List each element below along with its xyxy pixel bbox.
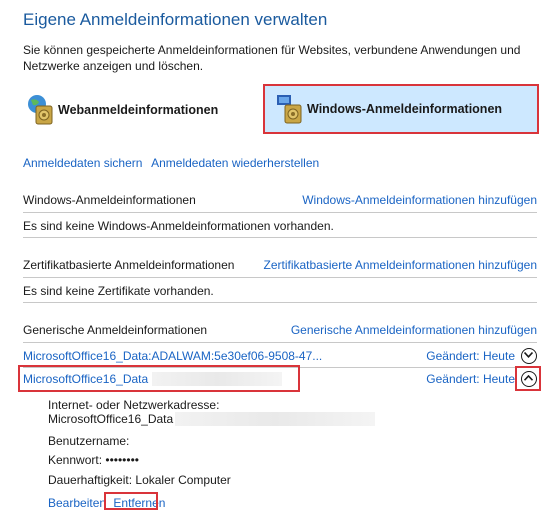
backup-restore-links: Anmeldedaten sichern Anmeldedaten wieder… [23, 156, 325, 170]
web-credentials-button[interactable]: Webanmeldeinformationen [26, 88, 246, 132]
page-description: Sie können gespeicherte Anmeldeinformati… [23, 43, 521, 73]
divider [23, 237, 537, 238]
windows-section-title: Windows-Anmeldeinformationen [23, 193, 196, 207]
address-value: MicrosoftOffice16_Data [48, 412, 174, 426]
edit-credential-link[interactable]: Bearbeiten [48, 496, 106, 510]
windows-credentials-button[interactable]: Windows-Anmeldeinformationen [263, 84, 539, 134]
password-row: Kennwort: •••••••• [48, 453, 139, 467]
cert-section-header: Zertifikatbasierte Anmeldeinformationen … [23, 258, 537, 272]
add-windows-credential-link[interactable]: Windows-Anmeldeinformationen hinzufügen [302, 193, 537, 207]
persistence-label: Dauerhaftigkeit: [48, 473, 133, 487]
chevron-down-icon[interactable] [521, 348, 537, 364]
credential-row[interactable]: MicrosoftOffice16_Data:ADALWAM:5e30ef06-… [23, 347, 537, 365]
credential-modified: Geändert: Heute [426, 349, 515, 363]
divider [23, 342, 537, 343]
annotation-highlight-box [18, 365, 300, 392]
persistence-value: Lokaler Computer [135, 473, 231, 487]
annotation-highlight-box [515, 366, 541, 391]
password-value: •••••••• [105, 453, 139, 467]
add-generic-credential-link[interactable]: Generische Anmeldeinformationen hinzufüg… [291, 323, 537, 337]
divider [23, 212, 537, 213]
annotation-highlight-box [104, 492, 158, 510]
backup-credentials-link[interactable]: Anmeldedaten sichern [23, 156, 142, 170]
cert-section-title: Zertifikatbasierte Anmeldeinformationen [23, 258, 235, 272]
username-label: Benutzername: [48, 434, 130, 448]
windows-credentials-label: Windows-Anmeldeinformationen [307, 102, 503, 116]
divider [23, 277, 537, 278]
web-credential-vault-icon [26, 94, 56, 126]
password-label: Kennwort: [48, 453, 103, 467]
add-cert-credential-link[interactable]: Zertifikatbasierte Anmeldeinformationen … [264, 258, 538, 272]
cert-empty-message: Es sind keine Zertifikate vorhanden. [23, 284, 214, 298]
divider [23, 302, 537, 303]
web-credentials-label: Webanmeldeinformationen [58, 103, 219, 117]
page-title: Eigene Anmeldeinformationen verwalten [23, 10, 328, 29]
generic-section-title: Generische Anmeldeinformationen [23, 323, 208, 337]
generic-section-header: Generische Anmeldeinformationen Generisc… [23, 323, 537, 337]
windows-section-header: Windows-Anmeldeinformationen Windows-Anm… [23, 193, 537, 207]
windows-credential-vault-icon [275, 93, 305, 125]
persistence-row: Dauerhaftigkeit: Lokaler Computer [48, 473, 231, 487]
address-value-row: MicrosoftOffice16_Data [48, 412, 376, 426]
redacted-text [175, 412, 376, 426]
address-label: Internet- oder Netzwerkadresse: [48, 398, 220, 412]
credential-name[interactable]: MicrosoftOffice16_Data:ADALWAM:5e30ef06-… [23, 349, 322, 363]
credential-modified: Geändert: Heute [426, 372, 515, 386]
restore-credentials-link[interactable]: Anmeldedaten wiederherstellen [151, 156, 319, 170]
windows-empty-message: Es sind keine Windows-Anmeldeinformation… [23, 219, 334, 233]
